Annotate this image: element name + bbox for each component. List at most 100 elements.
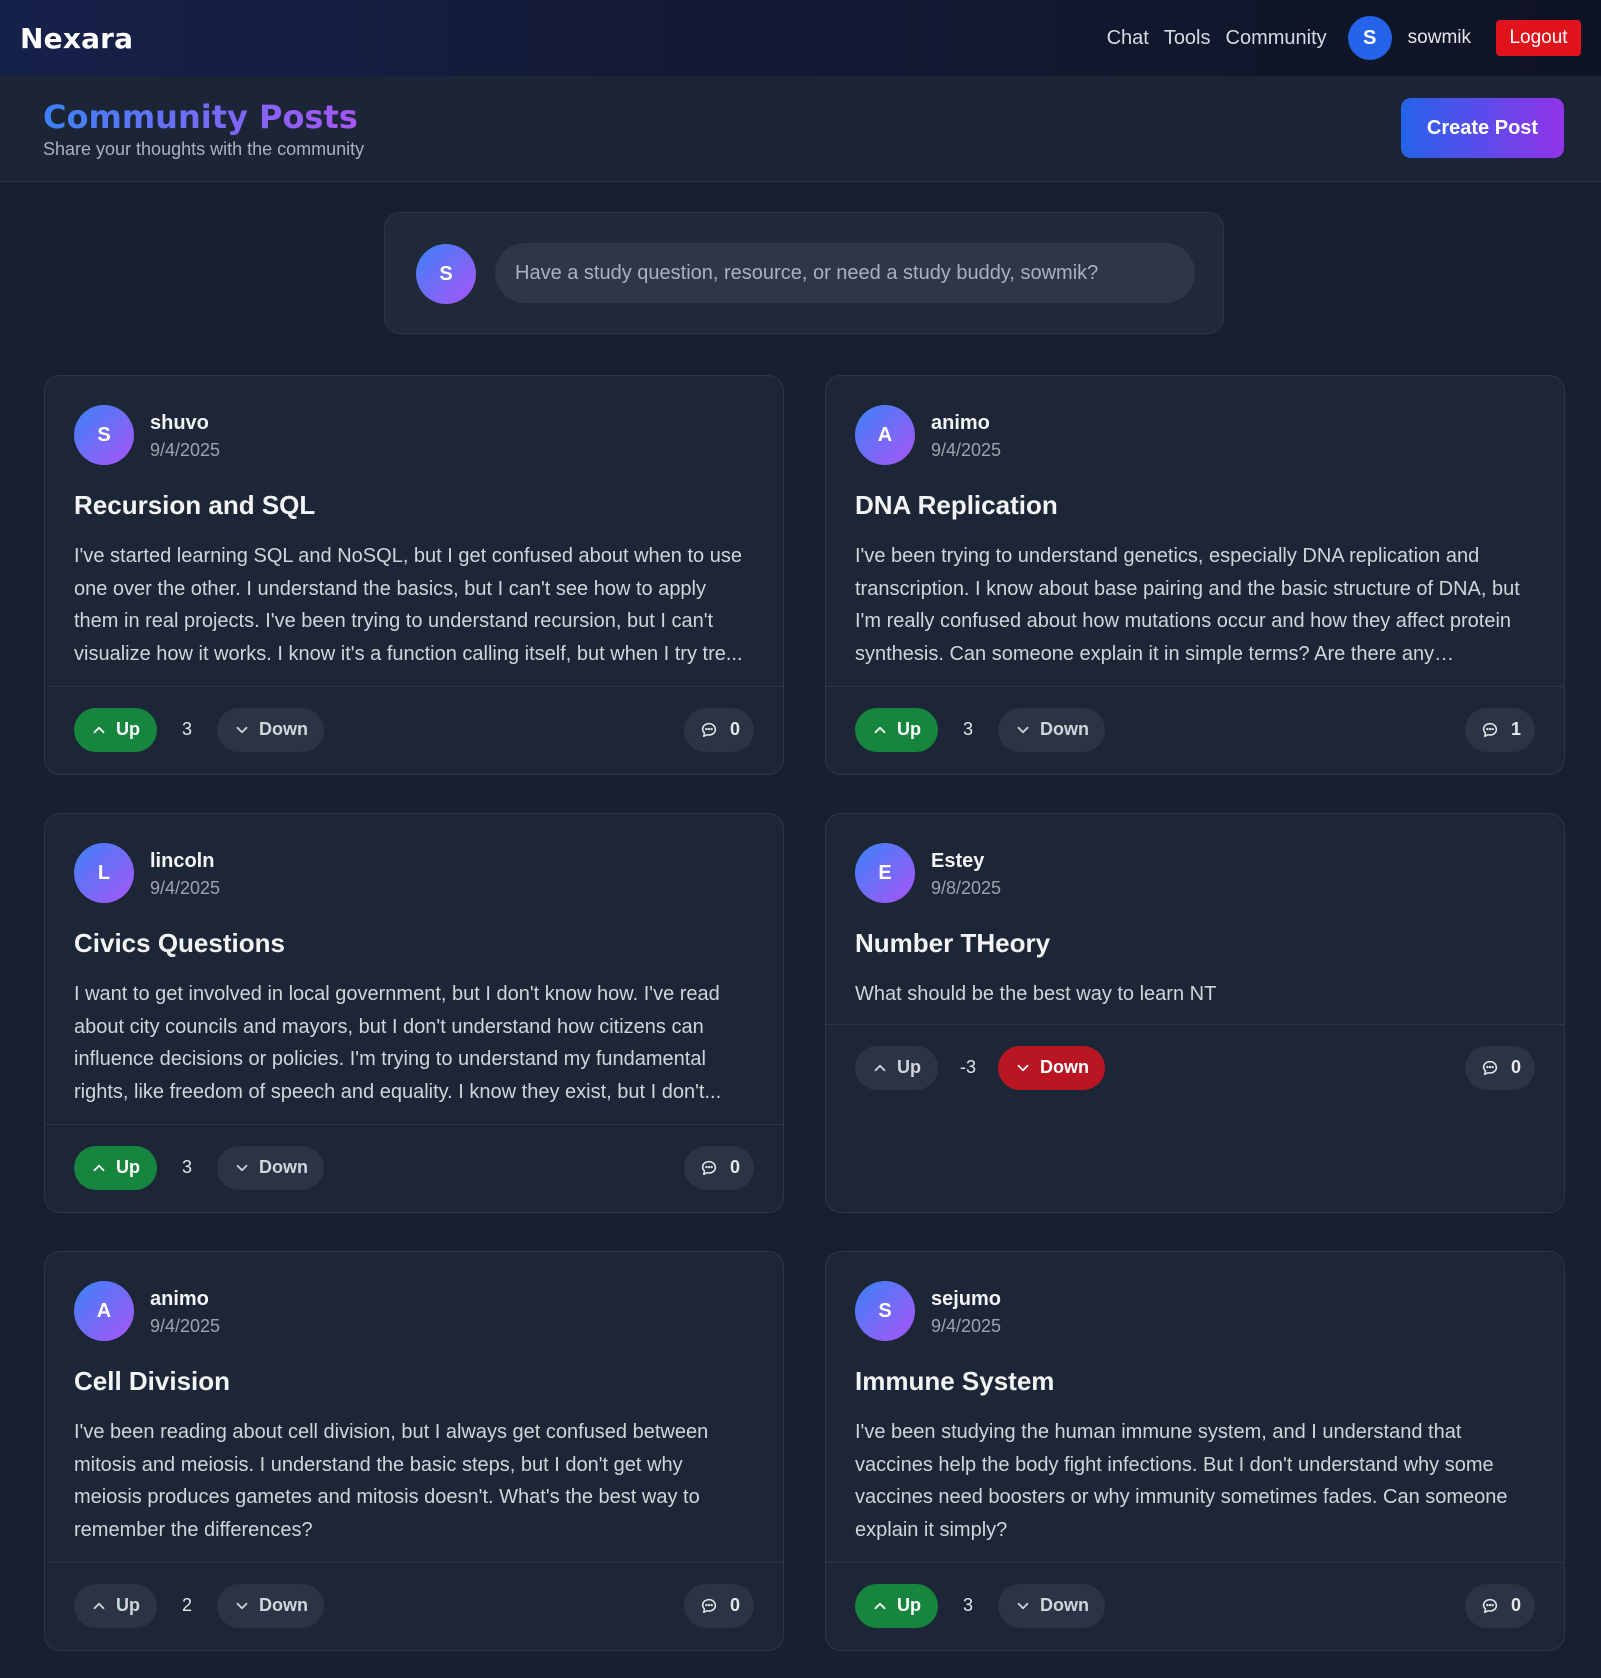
post-card: L lincoln 9/4/2025 Civics Questions I wa… <box>44 813 784 1213</box>
comment-icon <box>1482 1060 1498 1075</box>
comment-icon <box>701 1598 717 1613</box>
post-body: I've been reading about cell division, b… <box>74 1421 709 1541</box>
downvote-label: Down <box>259 719 308 739</box>
author-name[interactable]: sejumo <box>931 1288 1001 1311</box>
post-footer: Up -3 Down 0 <box>826 1024 1564 1110</box>
author-avatar[interactable]: A <box>74 1281 134 1341</box>
author-avatar[interactable]: E <box>855 843 915 903</box>
chevron-down-icon <box>236 1164 248 1171</box>
author-avatar[interactable]: S <box>855 1281 915 1341</box>
upvote-button[interactable]: Up <box>74 707 157 752</box>
upvote-button[interactable]: Up <box>855 1045 938 1090</box>
downvote-button[interactable]: Down <box>998 1045 1105 1090</box>
comment-icon <box>1482 722 1498 737</box>
comment-count: 0 <box>729 1157 740 1177</box>
post-date: 9/4/2025 <box>150 878 221 898</box>
post-composer: S <box>384 212 1224 334</box>
nav-link-chat[interactable]: Chat <box>1107 27 1149 50</box>
comment-icon <box>701 722 717 737</box>
author-name[interactable]: Estey <box>931 850 984 873</box>
vote-count: -3 <box>959 1057 976 1077</box>
create-post-button[interactable]: Create Post <box>1401 98 1564 158</box>
post-card: E Estey 9/8/2025 Number THeory What shou… <box>825 813 1565 1213</box>
comment-count: 1 <box>1510 719 1521 739</box>
downvote-button[interactable]: Down <box>217 1583 324 1628</box>
vote-count: 2 <box>181 1595 192 1615</box>
page-title: Community Posts <box>43 98 358 136</box>
downvote-label: Down <box>1040 719 1089 739</box>
upvote-button[interactable]: Up <box>855 707 938 752</box>
comment-count: 0 <box>1510 1057 1521 1077</box>
post-title[interactable]: Civics Questions <box>74 928 285 959</box>
author-name[interactable]: shuvo <box>150 412 209 435</box>
composer-input[interactable] <box>495 243 1195 303</box>
post-title[interactable]: DNA Replication <box>855 490 1058 521</box>
downvote-label: Down <box>259 1157 308 1177</box>
post-date: 9/4/2025 <box>931 440 1002 460</box>
author-avatar[interactable]: L <box>74 843 134 903</box>
nav-link-tools[interactable]: Tools <box>1164 27 1211 50</box>
vote-count: 3 <box>181 719 192 739</box>
upvote-label: Up <box>116 1157 140 1177</box>
post-footer: Up 3 Down 0 <box>45 1124 783 1210</box>
downvote-button[interactable]: Down <box>217 707 324 752</box>
post-title[interactable]: Recursion and SQL <box>74 490 315 521</box>
author-name[interactable]: animo <box>931 412 990 435</box>
downvote-button[interactable]: Down <box>998 707 1105 752</box>
post-card: A animo 9/4/2025 DNA Replication I've be… <box>825 375 1565 775</box>
page-header: Community Posts Share your thoughts with… <box>0 76 1601 182</box>
author-name[interactable]: animo <box>150 1288 209 1311</box>
chevron-up-icon <box>93 1602 105 1609</box>
vote-count: 3 <box>962 1595 973 1615</box>
chevron-up-icon <box>874 1064 886 1071</box>
author-name[interactable]: lincoln <box>150 850 214 873</box>
comments-button[interactable]: 0 <box>1464 1583 1535 1628</box>
nav-link-community[interactable]: Community <box>1226 27 1327 50</box>
comments-button[interactable]: 0 <box>683 707 754 752</box>
author-avatar[interactable]: S <box>74 405 134 465</box>
comment-count: 0 <box>729 719 740 739</box>
post-date: 9/4/2025 <box>931 1316 1002 1336</box>
comment-icon <box>1482 1598 1498 1613</box>
comment-icon <box>701 1160 717 1175</box>
comments-button[interactable]: 0 <box>1464 1045 1535 1090</box>
upvote-button[interactable]: Up <box>74 1583 157 1628</box>
post-title[interactable]: Immune System <box>855 1366 1054 1397</box>
upvote-label: Up <box>897 719 921 739</box>
vote-count: 3 <box>181 1157 192 1177</box>
post-footer: Up 3 Down 0 <box>826 1562 1564 1648</box>
post-footer: Up 3 Down 0 <box>45 686 783 772</box>
downvote-label: Down <box>1040 1057 1089 1077</box>
post-title[interactable]: Cell Division <box>74 1366 230 1397</box>
post-card: A animo 9/4/2025 Cell Division I've been… <box>44 1251 784 1651</box>
post-footer: Up 3 Down 1 <box>826 686 1564 772</box>
post-footer: Up 2 Down 0 <box>45 1562 783 1648</box>
post-card: S shuvo 9/4/2025 Recursion and SQL I've … <box>44 375 784 775</box>
downvote-button[interactable]: Down <box>217 1145 324 1190</box>
upvote-label: Up <box>897 1595 921 1615</box>
comment-count: 0 <box>1510 1595 1521 1615</box>
author-avatar[interactable]: A <box>855 405 915 465</box>
vote-count: 3 <box>962 719 973 739</box>
comments-button[interactable]: 1 <box>1464 707 1535 752</box>
comments-button[interactable]: 0 <box>683 1583 754 1628</box>
logout-button[interactable]: Logout <box>1496 20 1581 56</box>
chevron-down-icon <box>1017 1064 1029 1071</box>
user-avatar[interactable]: S <box>1347 16 1392 60</box>
chevron-down-icon <box>236 726 248 733</box>
post-body: I've been studying the human immune syst… <box>855 1421 1508 1541</box>
chevron-up-icon <box>93 1164 105 1171</box>
chevron-up-icon <box>874 1602 886 1609</box>
downvote-label: Down <box>1040 1595 1089 1615</box>
comments-button[interactable]: 0 <box>683 1145 754 1190</box>
downvote-button[interactable]: Down <box>998 1583 1105 1628</box>
brand-logo[interactable]: Nexara <box>20 22 133 55</box>
chevron-down-icon <box>236 1602 248 1609</box>
post-title[interactable]: Number THeory <box>855 928 1050 959</box>
upvote-button[interactable]: Up <box>855 1583 938 1628</box>
chevron-down-icon <box>1017 1602 1029 1609</box>
username: sowmik <box>1407 27 1471 48</box>
upvote-label: Up <box>116 719 140 739</box>
comment-count: 0 <box>729 1595 740 1615</box>
upvote-button[interactable]: Up <box>74 1145 157 1190</box>
